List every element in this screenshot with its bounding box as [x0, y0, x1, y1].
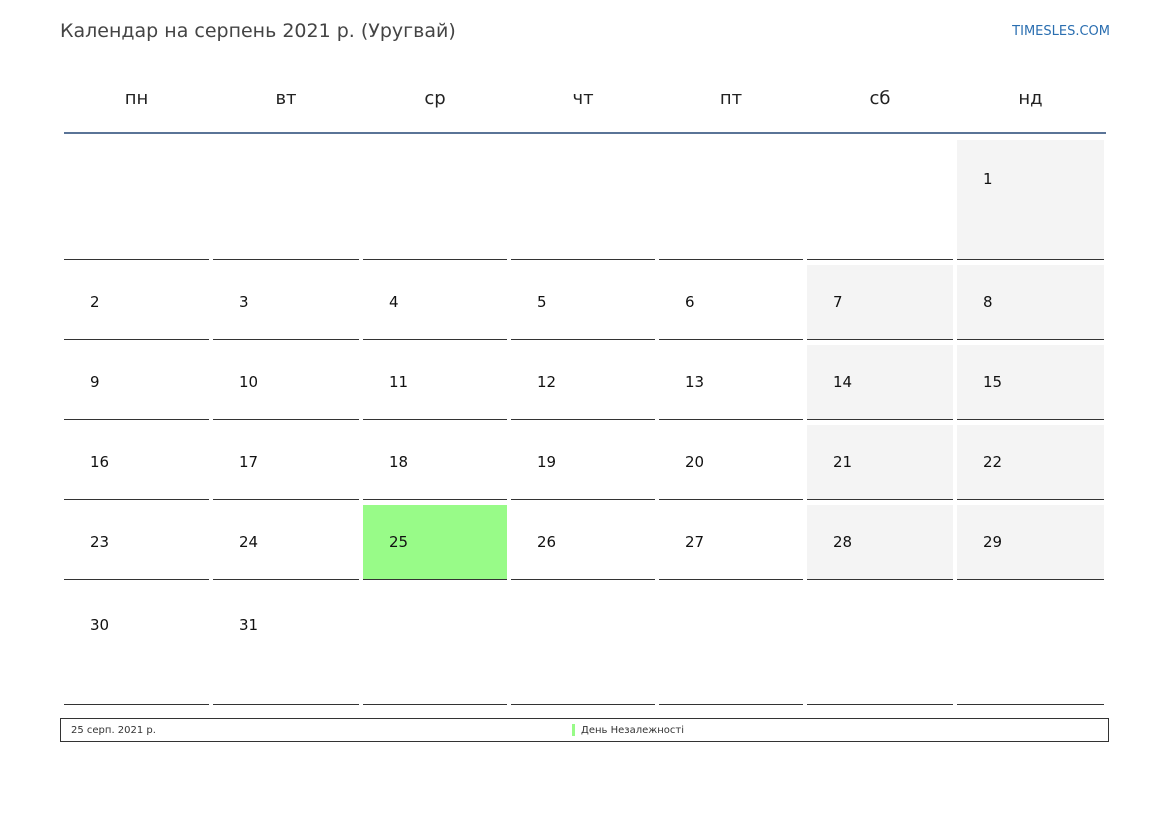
calendar-grid: пн вт ср чт пт сб нд 1 2 3 4 5 6 7 8 9 10 11 12 13 14…: [64, 70, 1106, 705]
day-number: 24: [239, 533, 259, 551]
empty-day-cell: [363, 140, 507, 260]
empty-day-cell: [957, 585, 1104, 705]
empty-day-cell: [807, 585, 953, 705]
weekday-wed: ср: [424, 88, 446, 109]
day-number: 17: [239, 453, 259, 471]
day-cell[interactable]: 4: [363, 265, 507, 340]
day-number: 7: [833, 293, 843, 311]
empty-day-cell: [659, 585, 803, 705]
day-cell[interactable]: 1: [957, 140, 1104, 260]
day-cell[interactable]: 30: [64, 585, 209, 705]
day-cell[interactable]: 22: [957, 425, 1104, 500]
day-number: 19: [537, 453, 557, 471]
day-cell[interactable]: 21: [807, 425, 953, 500]
week-row: 2 3 4 5 6 7 8: [64, 265, 1106, 340]
day-cell[interactable]: 7: [807, 265, 953, 340]
day-number: 11: [389, 373, 409, 391]
empty-day-cell: [213, 140, 359, 260]
day-number: 10: [239, 373, 259, 391]
day-cell[interactable]: 31: [213, 585, 359, 705]
weekday-fri: пт: [719, 88, 743, 109]
day-cell[interactable]: 8: [957, 265, 1104, 340]
day-cell[interactable]: 19: [511, 425, 655, 500]
empty-day-cell: [64, 140, 209, 260]
day-number: 2: [90, 293, 100, 311]
day-number: 27: [685, 533, 705, 551]
week-row: 1: [64, 140, 1106, 260]
day-number: 29: [983, 533, 1003, 551]
day-number: 14: [833, 373, 853, 391]
day-cell[interactable]: 26: [511, 505, 655, 580]
day-number: 15: [983, 373, 1003, 391]
day-number: 20: [685, 453, 705, 471]
day-number: 1: [983, 170, 993, 188]
day-cell[interactable]: 23: [64, 505, 209, 580]
weekday-sat: сб: [869, 88, 891, 109]
day-cell[interactable]: 28: [807, 505, 953, 580]
day-cell[interactable]: 16: [64, 425, 209, 500]
empty-day-cell: [511, 585, 655, 705]
day-cell[interactable]: 27: [659, 505, 803, 580]
weekday-tue: вт: [275, 88, 297, 109]
day-cell[interactable]: 14: [807, 345, 953, 420]
legend-holiday-name: День Незалежності: [581, 725, 685, 736]
day-number: 26: [537, 533, 557, 551]
brand-link[interactable]: TIMESLES.COM: [1012, 24, 1110, 39]
weekday-thu: чт: [572, 88, 594, 109]
day-number: 12: [537, 373, 557, 391]
day-number: 22: [983, 453, 1003, 471]
day-number: 31: [239, 616, 259, 634]
day-number: 4: [389, 293, 399, 311]
weekday-mon: пн: [124, 88, 149, 109]
day-cell[interactable]: 9: [64, 345, 209, 420]
week-row: 9 10 11 12 13 14 15: [64, 345, 1106, 420]
day-cell[interactable]: 6: [659, 265, 803, 340]
weekday-header: пн вт ср чт пт сб нд: [64, 70, 1106, 134]
day-cell[interactable]: 11: [363, 345, 507, 420]
day-cell[interactable]: 2: [64, 265, 209, 340]
legend-date: 25 серп. 2021 р.: [71, 725, 156, 736]
legend-color-marker: [572, 724, 575, 736]
day-number: 28: [833, 533, 853, 551]
day-number: 9: [90, 373, 100, 391]
day-number: 18: [389, 453, 409, 471]
day-number: 6: [685, 293, 695, 311]
day-cell[interactable]: 13: [659, 345, 803, 420]
day-cell[interactable]: 17: [213, 425, 359, 500]
empty-day-cell: [363, 585, 507, 705]
day-number: 25: [389, 533, 409, 551]
page-title: Календар на серпень 2021 р. (Уругвай): [60, 20, 456, 42]
weeks-container: 1 2 3 4 5 6 7 8 9 10 11 12 13 14 15 16 17 18 19 20 21 22 23 24 2…: [64, 140, 1106, 705]
day-number: 21: [833, 453, 853, 471]
day-number: 23: [90, 533, 110, 551]
day-cell[interactable]: 15: [957, 345, 1104, 420]
week-row: 23 24 25 26 27 28 29: [64, 505, 1106, 580]
day-cell[interactable]: 5: [511, 265, 655, 340]
day-number: 16: [90, 453, 110, 471]
day-cell[interactable]: 18: [363, 425, 507, 500]
day-number: 3: [239, 293, 249, 311]
day-number: 13: [685, 373, 705, 391]
day-cell[interactable]: 3: [213, 265, 359, 340]
day-cell[interactable]: 12: [511, 345, 655, 420]
day-number: 5: [537, 293, 547, 311]
empty-day-cell: [659, 140, 803, 260]
day-cell[interactable]: 24: [213, 505, 359, 580]
day-number: 30: [90, 616, 110, 634]
day-cell[interactable]: 20: [659, 425, 803, 500]
day-cell[interactable]: 25: [363, 505, 507, 580]
weekday-sun: нд: [1018, 88, 1043, 109]
day-cell[interactable]: 29: [957, 505, 1104, 580]
week-row: 16 17 18 19 20 21 22: [64, 425, 1106, 500]
empty-day-cell: [807, 140, 953, 260]
day-cell[interactable]: 10: [213, 345, 359, 420]
day-number: 8: [983, 293, 993, 311]
week-row: 30 31: [64, 585, 1106, 705]
empty-day-cell: [511, 140, 655, 260]
holiday-legend: 25 серп. 2021 р. День Незалежності: [60, 718, 1109, 742]
